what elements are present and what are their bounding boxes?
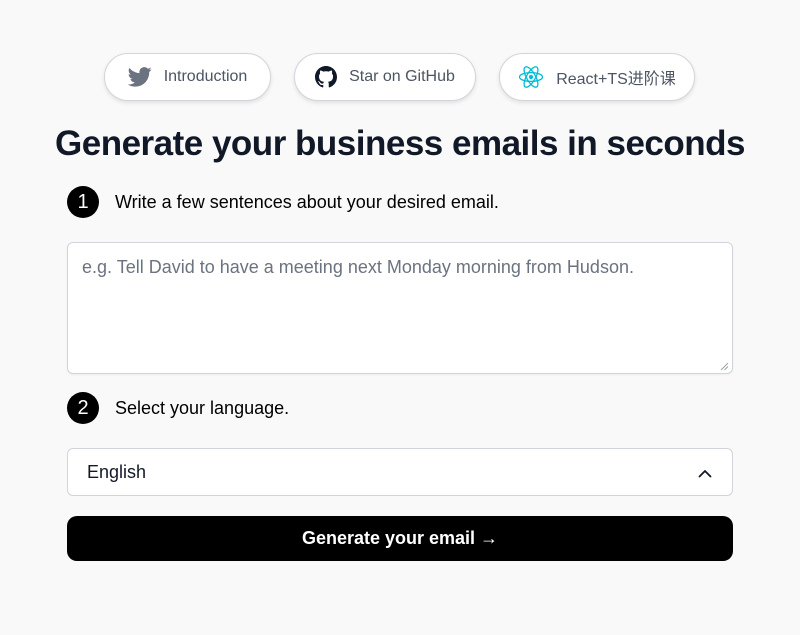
introduction-label: Introduction [163,68,248,85]
step-2-label: Select your language. [115,397,290,418]
github-label: Star on GitHub [349,68,455,85]
github-icon [315,66,338,88]
introduction-link[interactable]: Introduction [104,53,271,101]
step-1-badge: 1 [67,186,99,218]
step-2-badge: 2 [67,392,99,424]
github-star-link[interactable]: Star on GitHub [294,53,476,101]
generate-email-button[interactable]: Generate your email → [67,516,733,561]
course-label: React+TS进阶课 [556,71,676,88]
twitter-icon [127,67,152,87]
step-1: 1 Write a few sentences about your desir… [67,186,499,218]
react-icon [518,65,544,89]
email-prompt-input[interactable] [67,242,733,374]
language-select[interactable]: English [67,448,733,496]
step-2: 2 Select your language. [67,392,289,424]
resize-handle-icon[interactable] [719,361,729,371]
chevron-up-icon [698,462,712,483]
language-selected-value: English [87,461,147,482]
page-title: Generate your business emails in seconds [55,124,746,163]
step-1-label: Write a few sentences about your desired… [115,191,499,212]
course-link[interactable]: React+TS进阶课 [499,53,695,101]
